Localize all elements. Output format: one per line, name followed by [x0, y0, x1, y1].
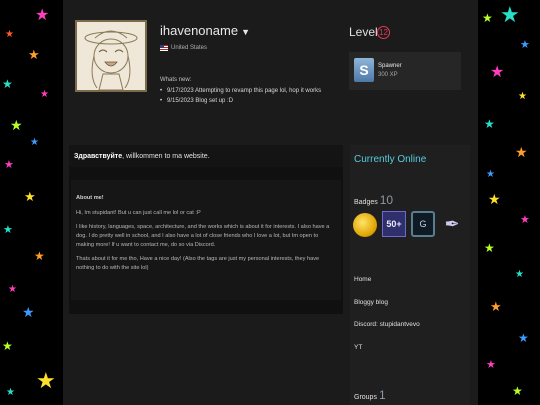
star-icon: ★: [5, 29, 14, 40]
star-icon: ★: [22, 304, 35, 320]
profile-summary: Здравствуйте, willkommen to ma website. …: [69, 145, 343, 314]
star-icon: ★: [518, 331, 529, 345]
about-paragraph: Hi, Im stupidant! But u can just call me…: [76, 209, 201, 216]
avatar-sketch-icon: [77, 22, 145, 90]
star-icon: ★: [484, 241, 495, 255]
country-location: United States: [160, 45, 207, 51]
online-status: Currently Online: [354, 154, 427, 165]
star-icon: ★: [482, 11, 493, 25]
level-badge[interactable]: 12: [377, 26, 390, 39]
star-icon: ★: [520, 39, 530, 51]
whats-new-title: Whats new:: [160, 77, 192, 83]
groups-label: Groups: [354, 394, 377, 401]
star-icon: ★: [3, 224, 13, 236]
star-icon: ★: [486, 169, 495, 180]
star-icon: ★: [484, 117, 495, 131]
persona-name[interactable]: ihavenoname ▼: [160, 23, 250, 38]
star-icon: ★: [488, 191, 501, 207]
fifty-plus-icon[interactable]: 50+: [382, 211, 406, 237]
star-icon: ★: [6, 387, 15, 398]
about-me-box: About me! Hi, Im stupidant! But u can ju…: [71, 180, 341, 300]
star-icon: ★: [2, 77, 13, 91]
persona-name-label: ihavenoname: [160, 23, 239, 38]
star-icon: ★: [490, 299, 502, 314]
about-paragraph: I like history, languages, space, archit…: [76, 224, 330, 248]
featured-badge[interactable]: S Spawner 300 XP: [349, 52, 461, 90]
greeting: Здравствуйте, willkommen to ma website.: [74, 153, 210, 160]
greeting-bar: Здравствуйте, willkommen to ma website.: [69, 145, 343, 167]
avatar[interactable]: [75, 20, 147, 92]
star-icon: ★: [35, 7, 50, 24]
profile-page: ihavenoname▼ United States Whats new: 9/…: [63, 0, 478, 405]
badges-count: 10: [379, 193, 394, 207]
star-icon: ★: [518, 91, 527, 102]
chevron-down-icon[interactable]: ▼: [241, 27, 250, 37]
star-icon: ★: [486, 359, 496, 371]
badges-heading[interactable]: Badges 10: [354, 193, 393, 207]
greeting-text: , willkommen to ma website.: [122, 153, 210, 160]
link-yt[interactable]: YT: [354, 344, 420, 351]
star-icon: ★: [36, 368, 56, 393]
greeting-bold: Здравствуйте: [74, 153, 123, 160]
gold-coin-icon[interactable]: [353, 213, 377, 237]
star-icon: ★: [28, 47, 40, 62]
country-label: United States: [171, 45, 208, 51]
link-blog[interactable]: Bloggy blog: [354, 299, 420, 306]
star-icon: ★: [512, 384, 523, 398]
star-icon: ★: [515, 144, 528, 160]
badge-row: 50+ G ✒: [353, 211, 464, 237]
spawner-badge-icon: S: [354, 58, 374, 82]
about-paragraph: Thats about it for me tho, Have a nice d…: [76, 256, 320, 271]
star-icon: ★: [490, 64, 505, 81]
star-icon: ★: [34, 249, 45, 263]
link-discord[interactable]: Discord: stupidantvevo: [354, 321, 420, 328]
list-item: 9/15/2023 Blog set up :D: [160, 98, 321, 104]
right-sidebar: Currently Online Badges 10 50+ G ✒ Home B…: [350, 145, 470, 405]
badge-xp: 300 XP: [378, 72, 398, 78]
link-home[interactable]: Home: [354, 276, 420, 283]
groups-heading[interactable]: Groups 1: [354, 388, 386, 402]
g-badge-icon[interactable]: G: [411, 211, 435, 237]
star-icon: ★: [500, 2, 520, 27]
star-icon: ★: [4, 159, 14, 171]
sidebar-links: Home Bloggy blog Discord: stupidantvevo …: [354, 276, 420, 366]
news-list: 9/17/2023 Attempting to revamp this page…: [160, 88, 321, 108]
star-icon: ★: [520, 214, 530, 226]
star-icon: ★: [2, 339, 13, 353]
badge-name: Spawner: [378, 63, 402, 69]
star-icon: ★: [515, 269, 524, 280]
star-icon: ★: [30, 137, 39, 148]
about-title: About me!: [76, 195, 104, 201]
star-icon: ★: [40, 89, 49, 100]
star-icon: ★: [24, 189, 36, 204]
badges-label: Badges: [354, 199, 378, 206]
level-label: Level: [349, 25, 378, 39]
us-flag-icon: [160, 45, 168, 51]
star-icon: ★: [8, 284, 17, 295]
groups-count: 1: [378, 388, 386, 402]
star-icon: ★: [10, 117, 23, 133]
feather-icon[interactable]: ✒: [440, 211, 464, 237]
list-item: 9/17/2023 Attempting to revamp this page…: [160, 88, 321, 94]
